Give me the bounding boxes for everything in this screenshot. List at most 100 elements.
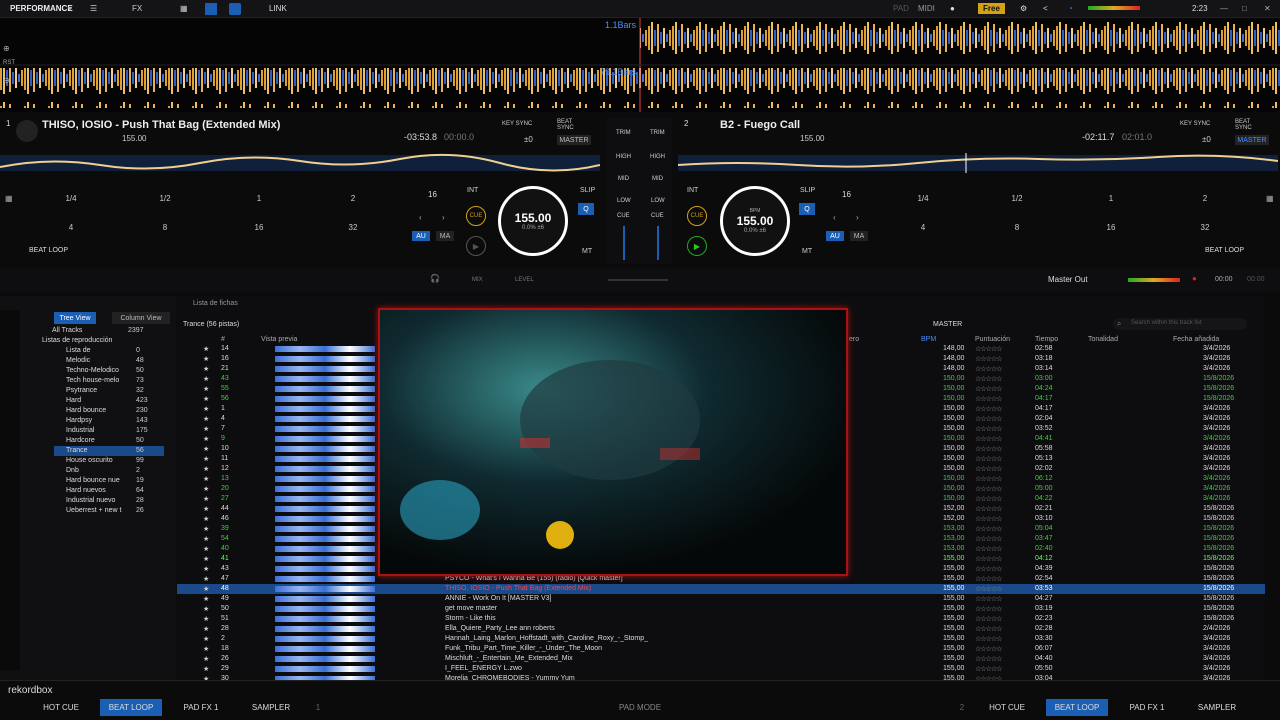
deck2-hot-cue-button[interactable]: HOT CUE xyxy=(976,699,1038,716)
row-rating-stars[interactable]: ☆☆☆☆☆ xyxy=(975,665,1002,673)
deck1-ma-button[interactable]: MA xyxy=(436,231,454,241)
mixer-low-1[interactable]: LOW xyxy=(617,198,631,204)
row-preview-waveform[interactable] xyxy=(275,666,375,672)
star-icon[interactable]: ★ xyxy=(203,345,209,353)
star-icon[interactable]: ★ xyxy=(203,555,209,563)
zoom-in-icon[interactable]: ⊕ xyxy=(3,44,10,53)
star-icon[interactable]: ★ xyxy=(203,535,209,543)
col-date-added[interactable]: Fecha añadida xyxy=(1173,336,1219,343)
row-rating-stars[interactable]: ☆☆☆☆☆ xyxy=(975,615,1002,623)
row-preview-waveform[interactable] xyxy=(275,576,375,582)
star-icon[interactable]: ★ xyxy=(203,645,209,653)
star-icon[interactable]: ★ xyxy=(203,605,209,613)
row-preview-waveform[interactable] xyxy=(275,636,375,642)
deck1-grid-icon[interactable]: ▦ xyxy=(5,194,13,203)
star-icon[interactable]: ★ xyxy=(203,385,209,393)
deck2-key-pm[interactable]: ±0 xyxy=(1202,135,1211,144)
level-label[interactable]: LEVEL xyxy=(515,277,534,283)
row-rating-stars[interactable]: ☆☆☆☆☆ xyxy=(975,565,1002,573)
deck2-pad-1[interactable]: 1/4 xyxy=(876,184,970,212)
tree-item-trance[interactable]: Trance xyxy=(66,447,88,454)
row-preview-waveform[interactable] xyxy=(275,386,375,392)
row-rating-stars[interactable]: ☆☆☆☆☆ xyxy=(975,625,1002,633)
deck1-beat-sync[interactable]: BEAT SYNC xyxy=(557,119,577,131)
deck1-play-button[interactable]: ▶ xyxy=(466,236,486,256)
share-icon[interactable]: < xyxy=(1043,4,1048,13)
row-rating-stars[interactable]: ☆☆☆☆☆ xyxy=(975,415,1002,423)
star-icon[interactable]: ★ xyxy=(203,405,209,413)
star-icon[interactable]: ★ xyxy=(203,485,209,493)
deck1-pad-5[interactable]: 4 xyxy=(24,213,118,241)
star-icon[interactable]: ★ xyxy=(203,505,209,513)
tree-item[interactable]: Hard xyxy=(66,397,81,404)
deck2-master-button[interactable]: MASTER xyxy=(1235,135,1269,145)
col-time[interactable]: Tiempo xyxy=(1035,336,1058,343)
row-preview-waveform[interactable] xyxy=(275,446,375,452)
row-rating-stars[interactable]: ☆☆☆☆☆ xyxy=(975,635,1002,643)
chevron-down-icon[interactable]: ▾ xyxy=(68,4,72,13)
deck1-pad-3[interactable]: 1 xyxy=(212,184,306,212)
row-rating-stars[interactable]: ☆☆☆☆☆ xyxy=(975,525,1002,533)
deck2-beat-sync[interactable]: BEAT SYNC xyxy=(1235,119,1255,131)
star-icon[interactable]: ★ xyxy=(203,525,209,533)
row-preview-waveform[interactable] xyxy=(275,606,375,612)
deck1-quantize-button[interactable]: Q xyxy=(578,203,594,215)
deck2-next-arrow[interactable]: › xyxy=(856,213,859,222)
row-preview-waveform[interactable] xyxy=(275,656,375,662)
table-row[interactable]: ★ 2 Hannah_Laing_Marlon_Hoffstadt_with_Car… xyxy=(177,634,1265,644)
row-rating-stars[interactable]: ☆☆☆☆☆ xyxy=(975,375,1002,383)
list-de-fichas-label[interactable]: Lista de fichas xyxy=(193,300,238,307)
plan-badge[interactable]: Free xyxy=(978,3,1005,14)
deck2-au-button[interactable]: AU xyxy=(826,231,844,241)
row-preview-waveform[interactable] xyxy=(275,616,375,622)
row-preview-waveform[interactable] xyxy=(275,486,375,492)
row-preview-waveform[interactable] xyxy=(275,426,375,432)
mixer-mid-2[interactable]: MID xyxy=(652,176,663,182)
row-rating-stars[interactable]: ☆☆☆☆☆ xyxy=(975,655,1002,663)
deck2-pad-5[interactable]: 4 xyxy=(876,213,970,241)
info-icon[interactable]: ● xyxy=(950,4,955,13)
star-icon[interactable]: ★ xyxy=(203,575,209,583)
deck1-jog-wheel[interactable]: 155.00 0.0% ±6 xyxy=(498,186,568,256)
deck2-beat-loop-button[interactable]: BEAT LOOP xyxy=(1046,699,1108,716)
row-rating-stars[interactable]: ☆☆☆☆☆ xyxy=(975,365,1002,373)
tree-item[interactable]: Tech house-melo xyxy=(66,377,119,384)
star-icon[interactable]: ★ xyxy=(203,465,209,473)
row-preview-waveform[interactable] xyxy=(275,566,375,572)
deck1-prev-arrow[interactable]: ‹ xyxy=(419,213,422,222)
star-icon[interactable]: ★ xyxy=(203,365,209,373)
table-row[interactable]: ★ 28 Ella_Quiere_Party_Lee ann roberts 155,… xyxy=(177,624,1265,634)
mix-label[interactable]: MIX xyxy=(472,277,483,283)
tree-item[interactable]: Industrial nuevo xyxy=(66,497,115,504)
row-rating-stars[interactable]: ☆☆☆☆☆ xyxy=(975,595,1002,603)
search-input[interactable]: ⌕ Search within this track list xyxy=(1113,318,1247,330)
midi-label[interactable]: MIDI xyxy=(918,4,935,13)
star-icon[interactable]: ★ xyxy=(203,585,209,593)
row-preview-waveform[interactable] xyxy=(275,586,375,592)
col-ero[interactable]: ero xyxy=(849,336,859,343)
tree-item[interactable]: Hard bounce xyxy=(66,407,106,414)
row-rating-stars[interactable]: ☆☆☆☆☆ xyxy=(975,345,1002,353)
master-out-select[interactable]: Master Out xyxy=(1048,275,1088,284)
rec-icon[interactable]: ● xyxy=(1192,274,1197,283)
maximize-icon[interactable]: □ xyxy=(1242,4,1247,13)
mixer-low-2[interactable]: LOW xyxy=(651,198,665,204)
tree-playlists-folder[interactable]: Listas de reproducción xyxy=(42,337,112,344)
deck1-master-button[interactable]: MASTER xyxy=(557,135,591,145)
deck1-mt-button[interactable]: MT xyxy=(582,248,592,255)
deck1-beat-loop-select[interactable]: BEAT LOOP xyxy=(29,247,68,254)
row-rating-stars[interactable]: ☆☆☆☆☆ xyxy=(975,505,1002,513)
crossfader[interactable] xyxy=(608,279,668,281)
deck2-pad-4[interactable]: 2 xyxy=(1158,184,1252,212)
deck1-cue-button[interactable]: CUE xyxy=(466,206,486,226)
row-preview-waveform[interactable] xyxy=(275,536,375,542)
row-preview-waveform[interactable] xyxy=(275,646,375,652)
table-row[interactable]: ★ 51 Storm - Like this 155,00 ☆☆☆☆☆ 02:23 15/8… xyxy=(177,614,1265,624)
table-row[interactable]: ★ 48 THISO, IOSIO - Push That Bag (Extende… xyxy=(177,584,1265,594)
deck1-next-arrow[interactable]: › xyxy=(442,213,445,222)
deck1-beat-loop-button[interactable]: BEAT LOOP xyxy=(100,699,162,716)
row-rating-stars[interactable]: ☆☆☆☆☆ xyxy=(975,395,1002,403)
star-icon[interactable]: ★ xyxy=(203,595,209,603)
deck2-sampler-button[interactable]: SAMPLER xyxy=(1186,699,1248,716)
deck2-pad-3[interactable]: 1 xyxy=(1064,184,1158,212)
